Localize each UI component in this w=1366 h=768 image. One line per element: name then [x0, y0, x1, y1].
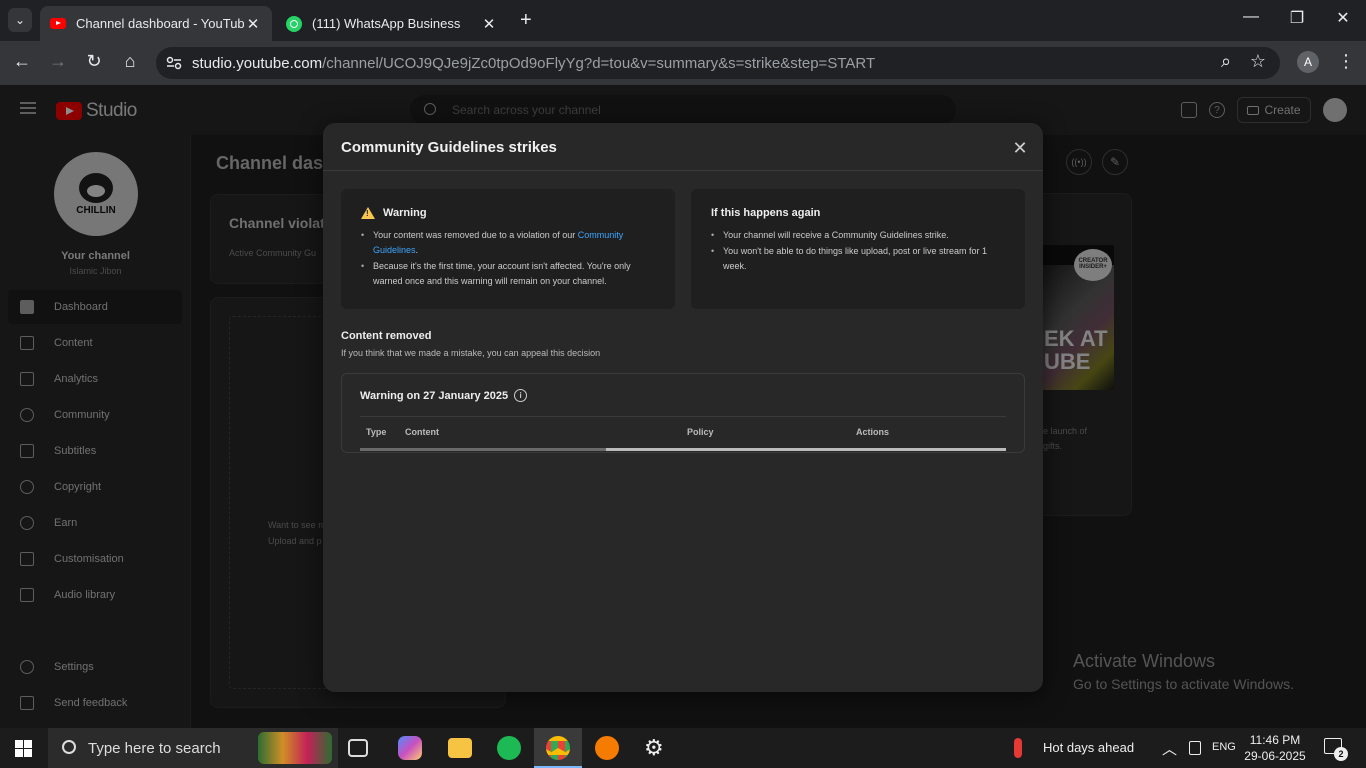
- content-removed-title: Content removed: [341, 330, 432, 342]
- warning-heading: Warning: [383, 207, 427, 219]
- file-explorer-icon[interactable]: [448, 738, 472, 758]
- bookmark-star-icon[interactable]: ☆: [1246, 51, 1270, 72]
- clock-date: 29-06-2025: [1244, 749, 1306, 763]
- warning-bullet: Your content was removed due to a violat…: [361, 228, 655, 258]
- whatsapp-icon: [286, 15, 302, 32]
- close-tab-icon[interactable]: ✕: [480, 15, 498, 33]
- settings-gear-icon[interactable]: ⚙: [644, 735, 664, 761]
- column-header-content: Content: [405, 427, 439, 437]
- zoom-icon[interactable]: ⌕: [1214, 51, 1238, 72]
- search-highlight-image[interactable]: [258, 732, 332, 764]
- close-tab-icon[interactable]: ✕: [244, 15, 262, 33]
- browser-menu-icon[interactable]: ⋮: [1334, 51, 1358, 72]
- weather-text[interactable]: Hot days ahead: [1043, 740, 1134, 755]
- spotify-icon[interactable]: [497, 736, 521, 760]
- tab-youtube-studio[interactable]: Channel dashboard - YouTube S ✕: [40, 6, 272, 41]
- content-removed-subtitle: If you think that we made a mistake, you…: [341, 348, 601, 358]
- youtube-icon: [50, 18, 66, 29]
- close-window-icon[interactable]: ✕: [1320, 8, 1366, 28]
- reload-icon[interactable]: ↻: [82, 51, 106, 72]
- back-icon[interactable]: ←: [10, 51, 34, 72]
- profile-avatar[interactable]: A: [1297, 51, 1319, 73]
- windows-taskbar: Type here to search ⚙ Hot days ahead ︿ E…: [0, 728, 1366, 768]
- thermometer-icon: [1014, 738, 1022, 758]
- url-host: studio.youtube.com: [192, 54, 323, 72]
- browser-tab-bar: ⌄ Channel dashboard - YouTube S ✕ (111) …: [0, 0, 1366, 41]
- forward-icon[interactable]: →: [46, 51, 70, 72]
- fl-studio-icon[interactable]: [595, 736, 619, 760]
- notification-count-badge: 2: [1334, 747, 1348, 761]
- warning-date: Warning on 27 January 2025: [360, 389, 509, 402]
- again-heading: If this happens again: [711, 207, 821, 219]
- tray-chevron-icon[interactable]: ︿: [1162, 738, 1177, 759]
- chrome-icon[interactable]: [546, 736, 570, 760]
- taskbar-clock[interactable]: 11:46 PM 29-06-2025: [1240, 732, 1310, 764]
- site-info-icon[interactable]: [166, 56, 182, 70]
- warning-date-heading: Warning on 27 January 2025 i: [360, 389, 528, 402]
- tab-title: (111) WhatsApp Business: [312, 16, 461, 31]
- url-path: /channel/UCOJ9QJe9jZc0tpOd9oFlyYg?d=tou&…: [322, 54, 876, 72]
- column-header-policy: Policy: [687, 427, 714, 437]
- again-bullet: Your channel will receive a Community Gu…: [711, 228, 1005, 243]
- tab-title: Channel dashboard - YouTube S: [76, 16, 244, 31]
- info-icon[interactable]: i: [514, 389, 528, 402]
- strikes-dialog: Community Guidelines strikes ✕ Warning Y…: [323, 123, 1043, 692]
- new-tab-icon[interactable]: +: [520, 9, 532, 32]
- warning-box: Warning Your content was removed due to …: [341, 189, 675, 309]
- search-icon: [62, 740, 76, 754]
- maximize-icon[interactable]: ❐: [1274, 8, 1320, 28]
- copilot-icon[interactable]: [398, 736, 422, 760]
- minimize-icon[interactable]: —: [1228, 8, 1274, 26]
- warning-detail-card: Warning on 27 January 2025 i Type Conten…: [341, 373, 1025, 453]
- dialog-title: Community Guidelines strikes: [341, 139, 557, 156]
- address-bar[interactable]: studio.youtube.com/channel/UCOJ9QJe9jZc0…: [156, 47, 1280, 79]
- windows-start-icon[interactable]: [15, 740, 32, 757]
- warning-bullet: Because it's the first time, your accoun…: [361, 259, 655, 289]
- tab-search-button[interactable]: ⌄: [8, 8, 32, 32]
- language-indicator[interactable]: ENG: [1212, 741, 1236, 753]
- again-bullet: You won't be able to do things like uplo…: [711, 244, 1005, 274]
- scrollbar-thumb[interactable]: [360, 448, 606, 451]
- dialog-divider: [323, 170, 1043, 171]
- browser-toolbar: ← → ↻ ⌂ studio.youtube.com/channel/UCOJ9…: [0, 41, 1366, 85]
- task-view-icon[interactable]: [348, 739, 368, 757]
- column-header-type: Type: [366, 427, 387, 437]
- if-happens-again-box: If this happens again Your channel will …: [691, 189, 1025, 309]
- network-icon[interactable]: [1189, 741, 1201, 755]
- close-icon[interactable]: ✕: [1009, 137, 1031, 159]
- youtube-studio-page: Studio Search across your channel ? Crea…: [0, 85, 1366, 728]
- table-divider: [360, 416, 1006, 417]
- column-header-actions: Actions: [856, 427, 890, 437]
- home-icon[interactable]: ⌂: [118, 51, 142, 72]
- clock-time: 11:46 PM: [1249, 733, 1301, 747]
- tab-whatsapp[interactable]: (111) WhatsApp Business ✕: [276, 6, 508, 41]
- warning-icon: [361, 207, 375, 219]
